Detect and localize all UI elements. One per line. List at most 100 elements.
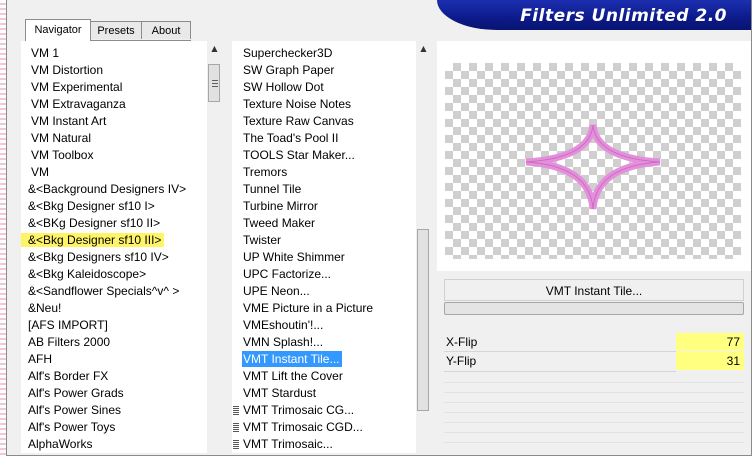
filter-scroll-thumb[interactable] [417,229,429,411]
param-label: X-Flip [446,335,478,349]
filter-item[interactable]: VMT Trimosaic CG... [233,402,416,419]
category-label: Alf's Power Sines [28,403,121,417]
scroll-up-arrow-icon[interactable]: ▲ [207,41,222,56]
progress-bar [444,302,744,315]
category-item[interactable]: &<Bkg Designers sf10 IV> [21,249,207,266]
category-list[interactable]: VM 1 VM Distortion VM Experimental VM Extra… [21,41,207,453]
divider [444,371,676,372]
filter-item[interactable]: TOOLS Star Maker... [242,147,416,164]
filter-label: VMT Trimosaic CG... [243,403,355,417]
category-item[interactable]: &<Bkg Designer sf10 III> [21,232,207,249]
param-value[interactable]: 31 [676,352,744,370]
divider [444,432,744,433]
filter-label: Texture Noise Notes [243,97,352,111]
parameter-panel: X-Flip 77 Y-Flip 31 [444,331,744,379]
category-label: VM Natural [31,131,92,145]
filter-item[interactable]: SW Hollow Dot [242,79,416,96]
category-label: &<Bkg Designers sf10 IV> [28,250,169,264]
folder-marker-icon [233,423,239,432]
category-item[interactable]: &<Sandflower Specials^v^ > [21,283,207,300]
category-item[interactable]: VM Extravaganza [21,96,207,113]
category-item[interactable]: AB Filters 2000 [21,334,207,351]
category-label: AB Filters 2000 [28,335,111,349]
tab-about[interactable]: About [141,21,191,39]
category-item[interactable]: AFH [21,351,207,368]
category-label: &<Bkg Designer sf10 III> [21,233,165,247]
category-item[interactable]: Alf's Power Toys [21,419,207,436]
category-label: Alf's Power Grads [28,386,124,400]
selected-filter-button[interactable]: VMT Instant Tile... [444,279,744,301]
grip-line [212,83,218,84]
category-item[interactable]: VM [21,164,207,181]
filter-label: Superchecker3D [243,46,333,60]
empty-parameter-rows [444,382,744,452]
filter-item[interactable]: Tunnel Tile [242,181,416,198]
category-item[interactable]: VM 1 [21,45,207,62]
filter-item[interactable]: VMEshoutin'!... [242,317,416,334]
category-item[interactable]: &<Background Designers IV> [21,181,207,198]
category-item[interactable]: AlphaWorks [21,436,207,453]
preview-canvas [445,63,741,259]
filter-label: UP White Shimmer [243,250,345,264]
filter-label: VME Picture in a Picture [243,301,374,315]
filter-item[interactable]: UPC Factorize... [242,266,416,283]
category-item[interactable]: VM Toolbox [21,147,207,164]
filter-item[interactable]: VMT Stardust [242,385,416,402]
category-label: Alf's Border FX [28,369,109,383]
filter-label: Turbine Mirror [243,199,318,213]
filter-item[interactable]: Twister [242,232,416,249]
filter-item[interactable]: VMN Splash!... [242,334,416,351]
filter-item[interactable]: Superchecker3D [242,45,416,62]
category-item[interactable]: &Neu! [21,300,207,317]
tab-presets[interactable]: Presets [90,21,142,39]
app-title: Filters Unlimited 2.0 [520,6,727,26]
filter-item[interactable]: VMT Trimosaic... [233,436,416,453]
filter-item[interactable]: The Toad's Pool II [242,130,416,147]
param-value[interactable]: 77 [676,333,744,351]
category-item[interactable]: Alf's Border FX [21,368,207,385]
filter-item[interactable]: Tweed Maker [242,215,416,232]
category-item[interactable]: &<Bkg Designer sf10 I> [21,198,207,215]
filter-label: SW Hollow Dot [243,80,324,94]
category-item[interactable]: VM Natural [21,130,207,147]
category-scrollbar[interactable]: ▲ [207,41,222,453]
category-item[interactable]: VM Experimental [21,79,207,96]
grip-line [212,80,218,81]
category-item[interactable]: &<BKg Designer sf10 II> [21,215,207,232]
param-row-y-flip[interactable]: Y-Flip 31 [444,352,744,370]
filter-item[interactable]: VMT Instant Tile... [242,351,416,368]
filter-item[interactable]: UP White Shimmer [242,249,416,266]
filter-label: UPC Factorize... [243,267,332,281]
filter-item[interactable]: Texture Noise Notes [242,96,416,113]
filter-item[interactable]: Texture Raw Canvas [242,113,416,130]
filter-label: Tweed Maker [243,216,316,230]
filter-item[interactable]: VMT Lift the Cover [242,368,416,385]
param-row-x-flip[interactable]: X-Flip 77 [444,333,744,351]
filter-label: SW Graph Paper [243,63,335,77]
filter-item[interactable]: VME Picture in a Picture [242,300,416,317]
filter-list[interactable]: Superchecker3D SW Graph Paper SW Hollow Do… [232,41,416,453]
filter-label: Tremors [243,165,288,179]
filter-item[interactable]: VMT Trimosaic CGD... [233,419,416,436]
category-item[interactable]: &<Bkg Kaleidoscope> [21,266,207,283]
category-item[interactable]: VM Distortion [21,62,207,79]
filter-item[interactable]: Turbine Mirror [242,198,416,215]
filter-item[interactable]: UPE Neon... [242,283,416,300]
filter-label: VMT Instant Tile... [242,351,343,367]
filter-item[interactable]: Tremors [242,164,416,181]
category-scroll-thumb[interactable] [208,64,220,102]
category-label: &<Sandflower Specials^v^ > [28,284,180,298]
filter-label: VMT Trimosaic... [243,437,333,451]
tab-navigator[interactable]: Navigator [25,19,91,41]
category-item[interactable]: Alf's Power Grads [21,385,207,402]
category-item[interactable]: VM Instant Art [21,113,207,130]
divider [444,422,744,423]
scroll-up-arrow-icon[interactable]: ▲ [416,41,431,56]
filter-scrollbar[interactable]: ▲ [416,41,431,453]
filter-item[interactable]: SW Graph Paper [242,62,416,79]
divider [444,382,744,383]
category-item[interactable]: Alf's Power Sines [21,402,207,419]
filter-label: UPE Neon... [243,284,310,298]
category-item[interactable]: [AFS IMPORT] [21,317,207,334]
preview-panel [437,41,751,271]
